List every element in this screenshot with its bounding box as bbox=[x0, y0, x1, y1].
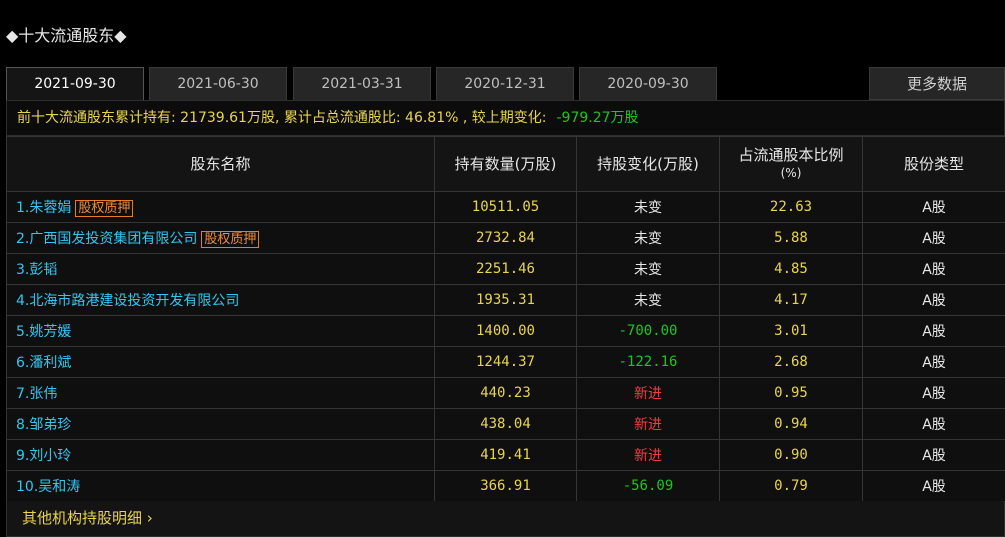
hold-quantity: 419.41 bbox=[434, 439, 577, 471]
hold-change: 未变 bbox=[576, 284, 720, 316]
hold-quantity: 1244.37 bbox=[434, 346, 577, 378]
header-ratio-unit: (%) bbox=[780, 166, 802, 180]
pledge-badge: 股权质押 bbox=[201, 231, 260, 248]
float-ratio: 4.17 bbox=[719, 284, 863, 316]
table-row: 5.姚芳媛 1400.00 -700.00 3.01 A股 bbox=[6, 315, 1005, 347]
other-institutions-link[interactable]: 其他机构持股明细 › bbox=[6, 501, 1005, 537]
header-ratio: 占流通股本比例 (%) bbox=[719, 136, 863, 192]
share-type: A股 bbox=[862, 377, 1005, 409]
hold-change: -56.09 bbox=[576, 470, 720, 502]
table-row: 1.朱蓉娟 股权质押 10511.05 未变 22.63 A股 bbox=[6, 191, 1005, 223]
shareholder-name[interactable]: 5.姚芳媛 bbox=[16, 324, 71, 340]
hold-quantity: 438.04 bbox=[434, 408, 577, 440]
float-ratio: 3.01 bbox=[719, 315, 863, 347]
shareholder-name-cell: 5.姚芳媛 bbox=[6, 315, 435, 347]
tab-2021-03-31[interactable]: 2021-03-31 bbox=[293, 67, 431, 100]
hold-quantity: 1935.31 bbox=[434, 284, 577, 316]
float-ratio: 5.88 bbox=[719, 222, 863, 254]
share-type: A股 bbox=[862, 284, 1005, 316]
hold-change: 新进 bbox=[576, 439, 720, 471]
hold-change: 未变 bbox=[576, 253, 720, 285]
table-row: 2.广西国发投资集团有限公司 股权质押 2732.84 未变 5.88 A股 bbox=[6, 222, 1005, 254]
shareholder-name[interactable]: 10.吴和涛 bbox=[16, 479, 80, 495]
float-ratio: 22.63 bbox=[719, 191, 863, 223]
shareholder-name-cell: 2.广西国发投资集团有限公司 股权质押 bbox=[6, 222, 435, 254]
hold-change: -700.00 bbox=[576, 315, 720, 347]
shareholder-name[interactable]: 1.朱蓉娟 bbox=[16, 200, 71, 216]
pledge-badge: 股权质押 bbox=[75, 200, 134, 217]
table-row: 6.潘利斌 1244.37 -122.16 2.68 A股 bbox=[6, 346, 1005, 378]
float-ratio: 0.94 bbox=[719, 408, 863, 440]
table-row: 4.北海市路港建设投资开发有限公司 1935.31 未变 4.17 A股 bbox=[6, 284, 1005, 316]
header-name: 股东名称 bbox=[6, 136, 435, 192]
hold-quantity: 2251.46 bbox=[434, 253, 577, 285]
shareholder-name-cell: 8.邹弟珍 bbox=[6, 408, 435, 440]
page-title: ◆十大流通股东◆ bbox=[6, 26, 127, 45]
hold-change: 新进 bbox=[576, 377, 720, 409]
hold-change: -122.16 bbox=[576, 346, 720, 378]
hold-change: 未变 bbox=[576, 222, 720, 254]
header-hold: 持有数量(万股) bbox=[434, 136, 577, 192]
share-type: A股 bbox=[862, 439, 1005, 471]
share-type: A股 bbox=[862, 408, 1005, 440]
shareholder-name[interactable]: 7.张伟 bbox=[16, 386, 57, 402]
hold-quantity: 2732.84 bbox=[434, 222, 577, 254]
shareholder-name[interactable]: 6.潘利斌 bbox=[16, 355, 71, 371]
header-change: 持股变化(万股) bbox=[576, 136, 720, 192]
table-row: 10.吴和涛 366.91 -56.09 0.79 A股 bbox=[6, 470, 1005, 502]
tab-2021-06-30[interactable]: 2021-06-30 bbox=[149, 67, 287, 100]
table-row: 9.刘小玲 419.41 新进 0.90 A股 bbox=[6, 439, 1005, 471]
tab-2020-09-30[interactable]: 2020-09-30 bbox=[579, 67, 717, 100]
shareholder-name-cell: 7.张伟 bbox=[6, 377, 435, 409]
shareholder-name-cell: 10.吴和涛 bbox=[6, 470, 435, 502]
float-ratio: 4.85 bbox=[719, 253, 863, 285]
hold-change: 未变 bbox=[576, 191, 720, 223]
hold-change: 新进 bbox=[576, 408, 720, 440]
hold-quantity: 10511.05 bbox=[434, 191, 577, 223]
shareholder-name-cell: 3.彭韬 bbox=[6, 253, 435, 285]
share-type: A股 bbox=[862, 470, 1005, 502]
shareholder-name-cell: 4.北海市路港建设投资开发有限公司 bbox=[6, 284, 435, 316]
float-ratio: 0.95 bbox=[719, 377, 863, 409]
summary-change: -979.27万股 bbox=[556, 110, 639, 126]
summary-bar: 前十大流通股东累计持有: 21739.61万股, 累计占总流通股比: 46.81… bbox=[6, 100, 1005, 136]
share-type: A股 bbox=[862, 346, 1005, 378]
tab-2020-12-31[interactable]: 2020-12-31 bbox=[436, 67, 574, 100]
shareholders-table: 股东名称 持有数量(万股) 持股变化(万股) 占流通股本比例 (%) 股份类型 … bbox=[6, 136, 1005, 502]
share-type: A股 bbox=[862, 191, 1005, 223]
hold-quantity: 366.91 bbox=[434, 470, 577, 502]
shareholder-name-cell: 9.刘小玲 bbox=[6, 439, 435, 471]
summary-text: 前十大流通股东累计持有: 21739.61万股, 累计占总流通股比: 46.81… bbox=[17, 110, 547, 126]
float-ratio: 2.68 bbox=[719, 346, 863, 378]
share-type: A股 bbox=[862, 315, 1005, 347]
shareholder-name[interactable]: 9.刘小玲 bbox=[16, 448, 71, 464]
shareholder-name[interactable]: 4.北海市路港建设投资开发有限公司 bbox=[16, 293, 239, 309]
float-ratio: 0.90 bbox=[719, 439, 863, 471]
shareholder-name[interactable]: 3.彭韬 bbox=[16, 262, 57, 278]
hold-quantity: 440.23 bbox=[434, 377, 577, 409]
header-type: 股份类型 bbox=[862, 136, 1005, 192]
table-row: 3.彭韬 2251.46 未变 4.85 A股 bbox=[6, 253, 1005, 285]
table-row: 8.邹弟珍 438.04 新进 0.94 A股 bbox=[6, 408, 1005, 440]
table-header-row: 股东名称 持有数量(万股) 持股变化(万股) 占流通股本比例 (%) 股份类型 bbox=[6, 136, 1005, 192]
table-row: 7.张伟 440.23 新进 0.95 A股 bbox=[6, 377, 1005, 409]
more-data-button[interactable]: 更多数据 bbox=[869, 67, 1005, 100]
hold-quantity: 1400.00 bbox=[434, 315, 577, 347]
shareholder-name[interactable]: 2.广西国发投资集团有限公司 bbox=[16, 231, 197, 247]
period-tabs: 2021-09-30 2021-06-30 2021-03-31 2020-12… bbox=[6, 67, 1005, 100]
shareholder-name[interactable]: 8.邹弟珍 bbox=[16, 417, 71, 433]
share-type: A股 bbox=[862, 222, 1005, 254]
tab-2021-09-30[interactable]: 2021-09-30 bbox=[6, 67, 144, 100]
share-type: A股 bbox=[862, 253, 1005, 285]
shareholder-name-cell: 6.潘利斌 bbox=[6, 346, 435, 378]
shareholder-name-cell: 1.朱蓉娟 股权质押 bbox=[6, 191, 435, 223]
float-ratio: 0.79 bbox=[719, 470, 863, 502]
header-ratio-line1: 占流通股本比例 bbox=[738, 146, 844, 164]
